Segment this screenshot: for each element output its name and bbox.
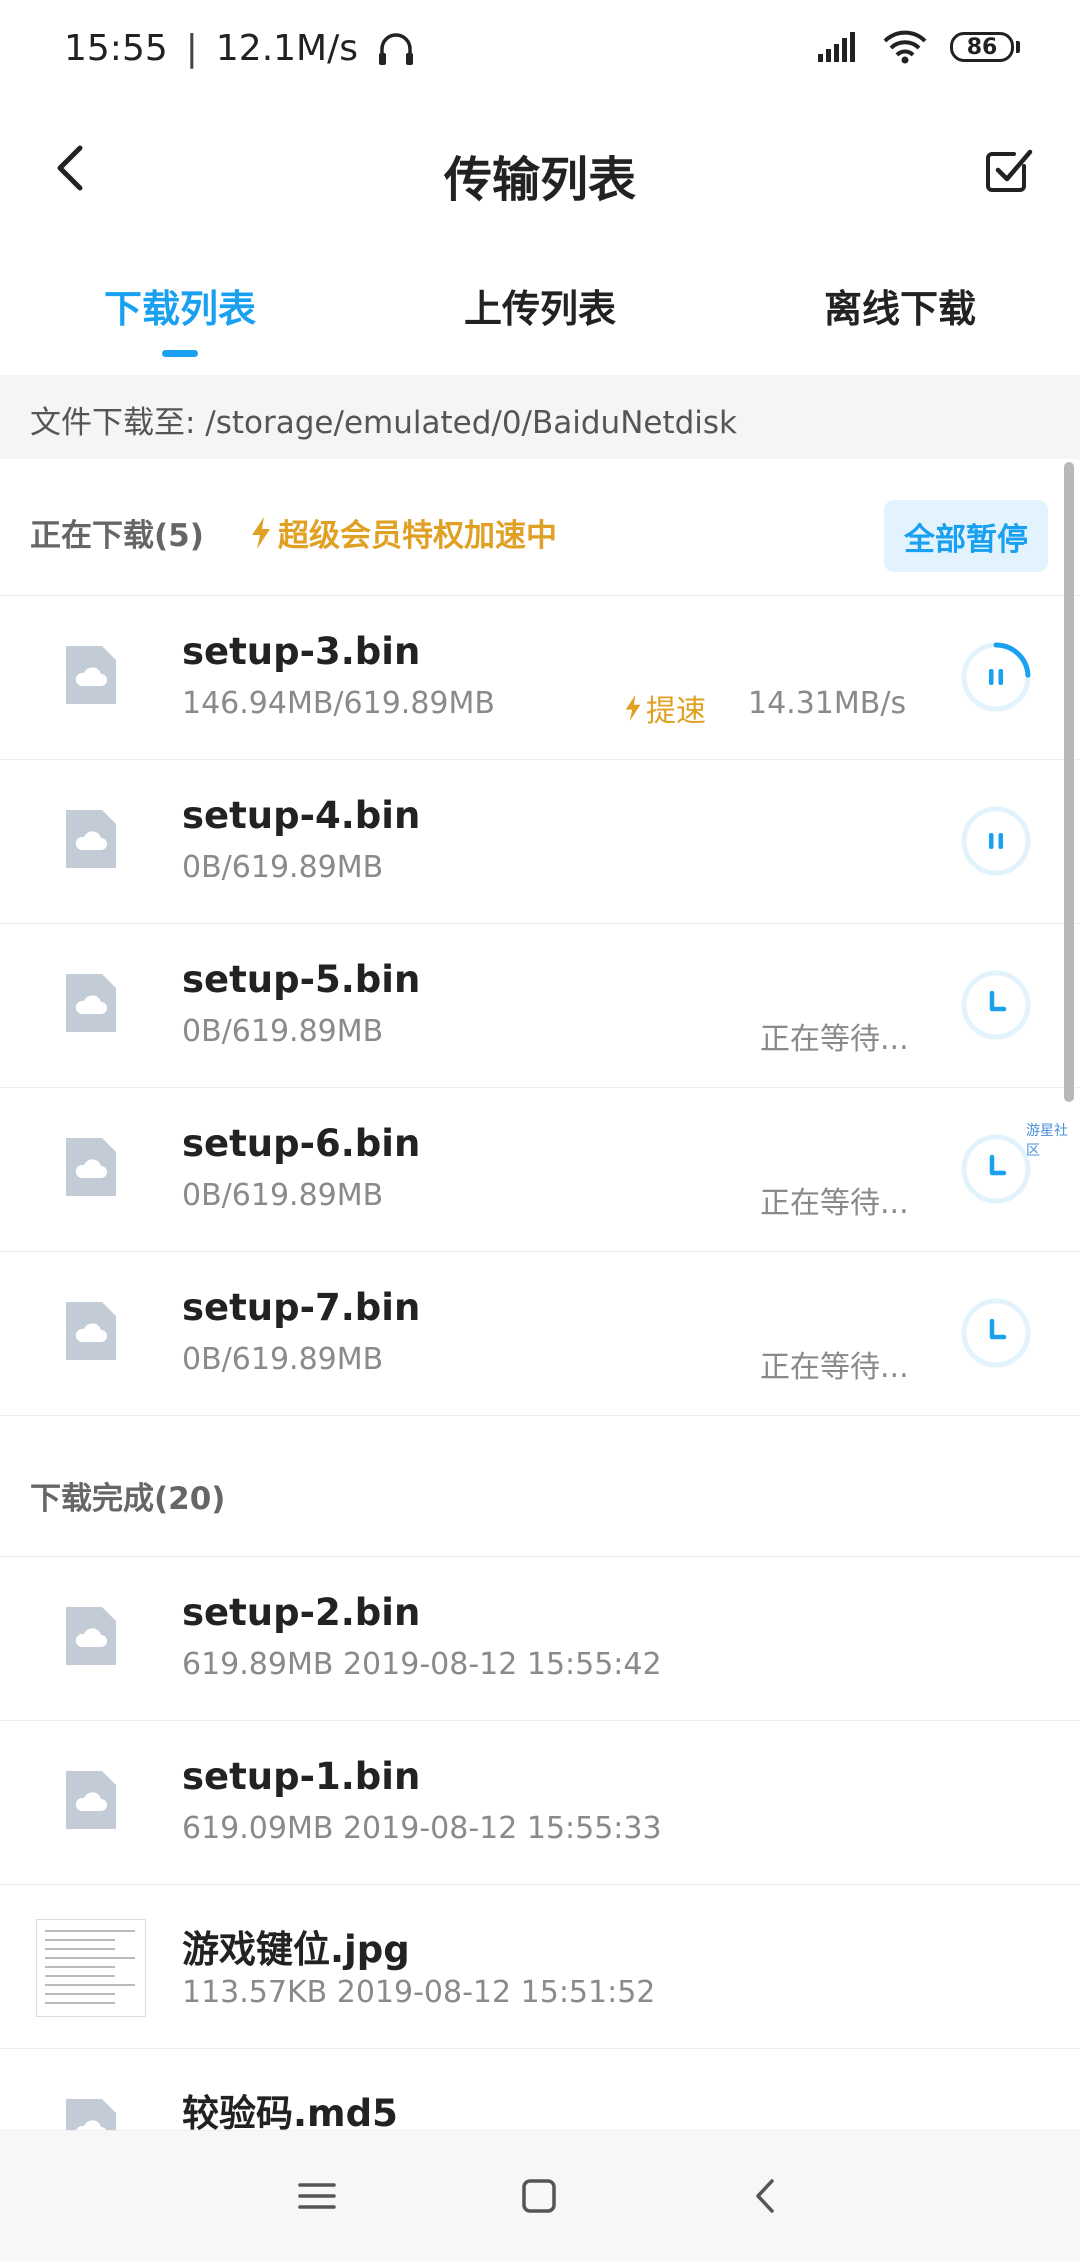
file-size-progress: 146.94MB/619.89MB [182,686,495,721]
cloud-file-icon [66,1607,116,1665]
thumbnail-line [45,1948,115,1950]
menu-icon[interactable] [292,2171,342,2221]
battery-level: 86 [950,32,1014,62]
file-name: setup-6.bin [182,1122,421,1165]
file-name: 游戏键位.jpg [182,1928,410,1971]
completed-item[interactable]: setup-1.bin 619.09MB 2019-08-12 15:55:33 [0,1720,1080,1884]
scrollbar[interactable] [1064,462,1074,1102]
image-thumbnail [36,1919,146,2017]
signal-icon [818,32,855,62]
cloud-file-icon [66,1771,116,1829]
downloading-title: 正在下载(5) [30,518,204,554]
file-name: setup-5.bin [182,958,421,1001]
download-item[interactable]: setup-5.bin 0B/619.89MB 正在等待... [0,923,1080,1087]
header: 传输列表 [0,110,1080,230]
file-name: setup-3.bin [182,630,421,673]
status-net-speed: 12.1M/s [215,28,358,69]
pause-icon[interactable] [958,639,1034,715]
waiting-status: 正在等待... [760,1350,909,1385]
tab-bar: 下载列表 上传列表 离线下载 [0,260,1080,370]
file-size-progress: 0B/619.89MB [182,1178,384,1213]
status-bar: 15:55 | 12.1M/s 86 [0,0,1080,100]
status-left: 15:55 | 12.1M/s [64,28,416,69]
file-size-progress: 0B/619.89MB [182,1342,384,1377]
file-size-progress: 0B/619.89MB [182,850,384,885]
speedup-label[interactable]: 提速 [624,686,706,730]
tab-offline-download[interactable]: 离线下载 [780,278,1020,333]
headphones-icon [379,32,413,65]
lightning-icon [252,516,270,549]
cloud-file-icon [66,646,116,704]
file-name: setup-1.bin [182,1755,421,1798]
file-size-progress: 0B/619.89MB [182,1014,384,1049]
download-path-bar[interactable]: 文件下载至: /storage/emulated/0/BaiduNetdisk [0,375,1080,459]
waiting-clock-icon[interactable] [958,967,1034,1043]
thumbnail-line [45,1984,135,1986]
cloud-file-icon [66,1138,116,1196]
battery-tip [1016,41,1020,53]
battery-indicator: 86 [950,32,1020,62]
file-name: 较验码.md5 [182,2092,398,2135]
downloading-section-header: 正在下载(5) 超级会员特权加速中 全部暂停 [0,460,1080,595]
waiting-status: 正在等待... [760,1186,909,1221]
tab-upload-list[interactable]: 上传列表 [420,278,660,333]
status-right: 86 [816,30,1020,64]
home-square-icon[interactable] [514,2171,564,2221]
download-item[interactable]: setup-3.bin 146.94MB/619.89MB 提速 14.31MB/s [0,595,1080,759]
multi-select-icon[interactable] [980,138,1040,198]
file-name: setup-4.bin [182,794,421,837]
page-title: 传输列表 [443,152,636,208]
status-time: 15:55 [64,28,168,69]
file-size-date: 113.57KB 2019-08-12 15:51:52 [182,1975,656,2010]
thumbnail-line [45,1975,115,1977]
wifi-icon [883,30,927,64]
completed-item[interactable]: 游戏键位.jpg 113.57KB 2019-08-12 15:51:52 [0,1884,1080,2048]
download-speed: 14.31MB/s [748,686,907,721]
system-nav-bar [0,2130,1080,2261]
completed-title: 下载完成(20) [30,1481,226,1517]
cloud-file-icon [66,1302,116,1360]
status-separator: | [185,28,198,69]
file-size-date: 619.09MB 2019-08-12 15:55:33 [182,1811,662,1846]
thumbnail-line [45,2002,115,2004]
cloud-file-icon [66,974,116,1032]
back-triangle-icon[interactable] [740,2171,790,2221]
completed-section-header: 下载完成(20) [0,1415,1080,1556]
watermark-text: 游星社区 [1026,1123,1068,1159]
file-name: setup-7.bin [182,1286,421,1329]
cloud-file-icon [66,810,116,868]
lightning-icon [625,694,641,722]
pause-icon[interactable] [958,803,1034,879]
tab-download-list[interactable]: 下载列表 [60,278,300,333]
vip-speedup-notice: 超级会员特权加速中 [250,510,557,555]
waiting-status: 正在等待... [760,1022,909,1057]
thumbnail-line [45,1993,115,1995]
download-path-text: 文件下载至: /storage/emulated/0/BaiduNetdisk [30,405,738,441]
pause-all-button[interactable]: 全部暂停 [884,500,1048,572]
speedup-text: 提速 [646,694,706,729]
thumbnail-line [45,1966,115,1968]
completed-item[interactable]: setup-2.bin 619.89MB 2019-08-12 15:55:42 [0,1556,1080,1720]
download-item[interactable]: setup-4.bin 0B/619.89MB [0,759,1080,923]
vip-speedup-text: 超级会员特权加速中 [278,518,557,554]
file-name: setup-2.bin [182,1591,421,1634]
download-item[interactable]: setup-6.bin 0B/619.89MB 正在等待... [0,1087,1080,1251]
waiting-clock-icon[interactable] [958,1295,1034,1371]
thumbnail-line [45,1939,115,1941]
file-size-date: 619.89MB 2019-08-12 15:55:42 [182,1647,662,1682]
download-item[interactable]: setup-7.bin 0B/619.89MB 正在等待... [0,1251,1080,1415]
waiting-clock-icon[interactable] [958,1131,1034,1207]
tab-active-indicator [162,350,198,357]
thumbnail-line [45,1957,135,1959]
thumbnail-line [45,1930,135,1932]
